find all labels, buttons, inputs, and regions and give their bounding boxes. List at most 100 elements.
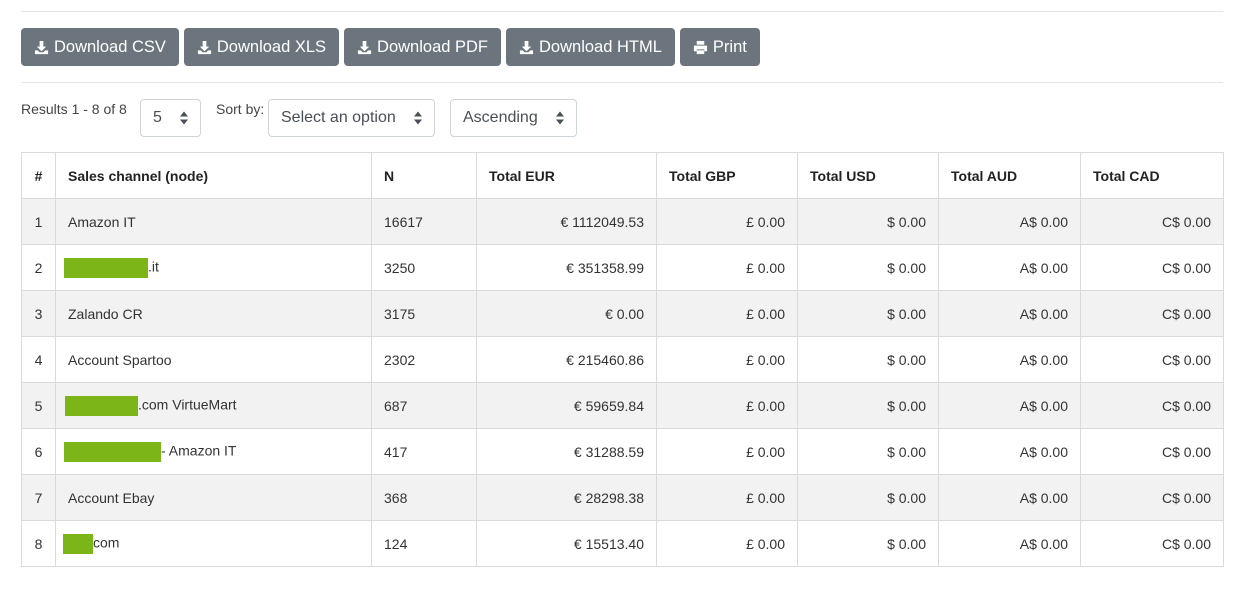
total-eur-cell: € 351358.99: [476, 244, 657, 291]
column-header-usd[interactable]: Total USD: [797, 152, 939, 199]
table-row: 7 Account Ebay 368 € 28298.38 £ 0.00 $ 0…: [21, 474, 1224, 521]
page-size-value: 5: [153, 109, 162, 126]
total-usd-cell: $ 0.00: [797, 520, 939, 567]
sales-channel-cell: Amazon IT: [55, 198, 372, 245]
row-index: 1: [21, 198, 56, 245]
sort-caret-icon: [556, 111, 564, 125]
total-usd-cell: $ 0.00: [797, 290, 939, 337]
column-header-cad[interactable]: Total CAD: [1080, 152, 1224, 199]
total-aud-cell: A$ 0.00: [938, 290, 1081, 337]
table-row: 6 - Amazon IT 417 € 31288.59 £ 0.00 $ 0.…: [21, 428, 1224, 475]
total-cad-cell: C$ 0.00: [1080, 198, 1224, 245]
sales-channel-cell: .it: [55, 244, 372, 291]
table-row: 1 Amazon IT 16617 € 1112049.53 £ 0.00 $ …: [21, 198, 1224, 245]
redacted-block: [64, 441, 161, 462]
n-cell: 2302: [371, 336, 477, 383]
total-eur-cell: € 0.00: [476, 290, 657, 337]
export-toolbar: Download CSV Download XLS Download PDF D…: [21, 28, 760, 66]
column-header-gbp[interactable]: Total GBP: [656, 152, 798, 199]
sales-channel-cell: .com VirtueMart: [55, 382, 372, 429]
total-aud-cell: A$ 0.00: [938, 244, 1081, 291]
print-label: Print: [712, 37, 747, 56]
print-button[interactable]: Print: [679, 28, 760, 66]
sales-channel-name: .it: [148, 258, 159, 275]
toolbar-divider: [21, 82, 1223, 83]
download-csv-button[interactable]: Download CSV: [21, 28, 179, 66]
total-eur-cell: € 31288.59: [476, 428, 657, 475]
sort-caret-icon: [414, 111, 422, 125]
n-cell: 368: [371, 474, 477, 521]
page-size-select[interactable]: 5: [140, 99, 201, 137]
download-html-button[interactable]: Download HTML: [506, 28, 675, 66]
total-aud-cell: A$ 0.00: [938, 428, 1081, 475]
total-eur-cell: € 1112049.53: [476, 198, 657, 245]
total-eur-cell: € 15513.40: [476, 520, 657, 567]
sales-channel-name: com: [93, 534, 120, 551]
n-cell: 687: [371, 382, 477, 429]
sales-channel-name: - Amazon IT: [161, 442, 237, 459]
total-gbp-cell: £ 0.00: [656, 198, 798, 245]
column-header-eur[interactable]: Total EUR: [476, 152, 657, 199]
column-header-aud[interactable]: Total AUD: [938, 152, 1081, 199]
sort-caret-icon: [180, 111, 188, 125]
column-header-index[interactable]: #: [21, 152, 56, 199]
sort-field-select[interactable]: Select an option: [268, 99, 435, 137]
sales-channel-name: Account Ebay: [68, 489, 155, 506]
row-index: 4: [21, 336, 56, 383]
print-icon: [693, 40, 707, 54]
total-usd-cell: $ 0.00: [797, 474, 939, 521]
sort-order-select[interactable]: Ascending: [450, 99, 577, 137]
total-cad-cell: C$ 0.00: [1080, 428, 1224, 475]
download-icon: [197, 40, 211, 54]
total-aud-cell: A$ 0.00: [938, 382, 1081, 429]
sales-channel-name: .com VirtueMart: [138, 396, 237, 413]
total-aud-cell: A$ 0.00: [938, 198, 1081, 245]
total-eur-cell: € 59659.84: [476, 382, 657, 429]
total-cad-cell: C$ 0.00: [1080, 382, 1224, 429]
download-pdf-button[interactable]: Download PDF: [344, 28, 502, 66]
total-usd-cell: $ 0.00: [797, 244, 939, 291]
total-usd-cell: $ 0.00: [797, 382, 939, 429]
total-eur-cell: € 28298.38: [476, 474, 657, 521]
column-header-n[interactable]: N: [371, 152, 477, 199]
total-cad-cell: C$ 0.00: [1080, 244, 1224, 291]
row-index: 7: [21, 474, 56, 521]
total-gbp-cell: £ 0.00: [656, 382, 798, 429]
redacted-block: [65, 395, 138, 416]
table-row: 2 .it 3250 € 351358.99 £ 0.00 $ 0.00 A$ …: [21, 244, 1224, 291]
table-row: 8 com 124 € 15513.40 £ 0.00 $ 0.00 A$ 0.…: [21, 520, 1224, 567]
total-gbp-cell: £ 0.00: [656, 336, 798, 383]
sales-channel-name: Amazon IT: [68, 213, 136, 230]
table-header-row: # Sales channel (node) N Total EUR Total…: [21, 152, 1224, 199]
total-aud-cell: A$ 0.00: [938, 520, 1081, 567]
n-cell: 3250: [371, 244, 477, 291]
table-row: 4 Account Spartoo 2302 € 215460.86 £ 0.0…: [21, 336, 1224, 383]
column-header-channel[interactable]: Sales channel (node): [55, 152, 372, 199]
total-usd-cell: $ 0.00: [797, 428, 939, 475]
total-gbp-cell: £ 0.00: [656, 520, 798, 567]
total-gbp-cell: £ 0.00: [656, 244, 798, 291]
sales-channel-name: Account Spartoo: [68, 351, 172, 368]
sales-channel-name: Zalando CR: [68, 305, 143, 322]
row-index: 8: [21, 520, 56, 567]
row-index: 2: [21, 244, 56, 291]
table-row: 3 Zalando CR 3175 € 0.00 £ 0.00 $ 0.00 A…: [21, 290, 1224, 337]
n-cell: 124: [371, 520, 477, 567]
total-usd-cell: $ 0.00: [797, 198, 939, 245]
row-index: 6: [21, 428, 56, 475]
download-icon: [519, 40, 534, 54]
top-divider: [21, 11, 1223, 12]
download-xls-button[interactable]: Download XLS: [183, 28, 340, 66]
total-eur-cell: € 215460.86: [476, 336, 657, 383]
redacted-block: [64, 257, 148, 278]
total-usd-cell: $ 0.00: [797, 336, 939, 383]
download-html-label: Download HTML: [539, 37, 662, 56]
row-index: 3: [21, 290, 56, 337]
total-gbp-cell: £ 0.00: [656, 428, 798, 475]
total-cad-cell: C$ 0.00: [1080, 520, 1224, 567]
table-row: 5 .com VirtueMart 687 € 59659.84 £ 0.00 …: [21, 382, 1224, 429]
sales-channel-cell: Account Spartoo: [55, 336, 372, 383]
sales-channel-cell: com: [55, 520, 372, 567]
redacted-block: [63, 533, 93, 554]
n-cell: 417: [371, 428, 477, 475]
